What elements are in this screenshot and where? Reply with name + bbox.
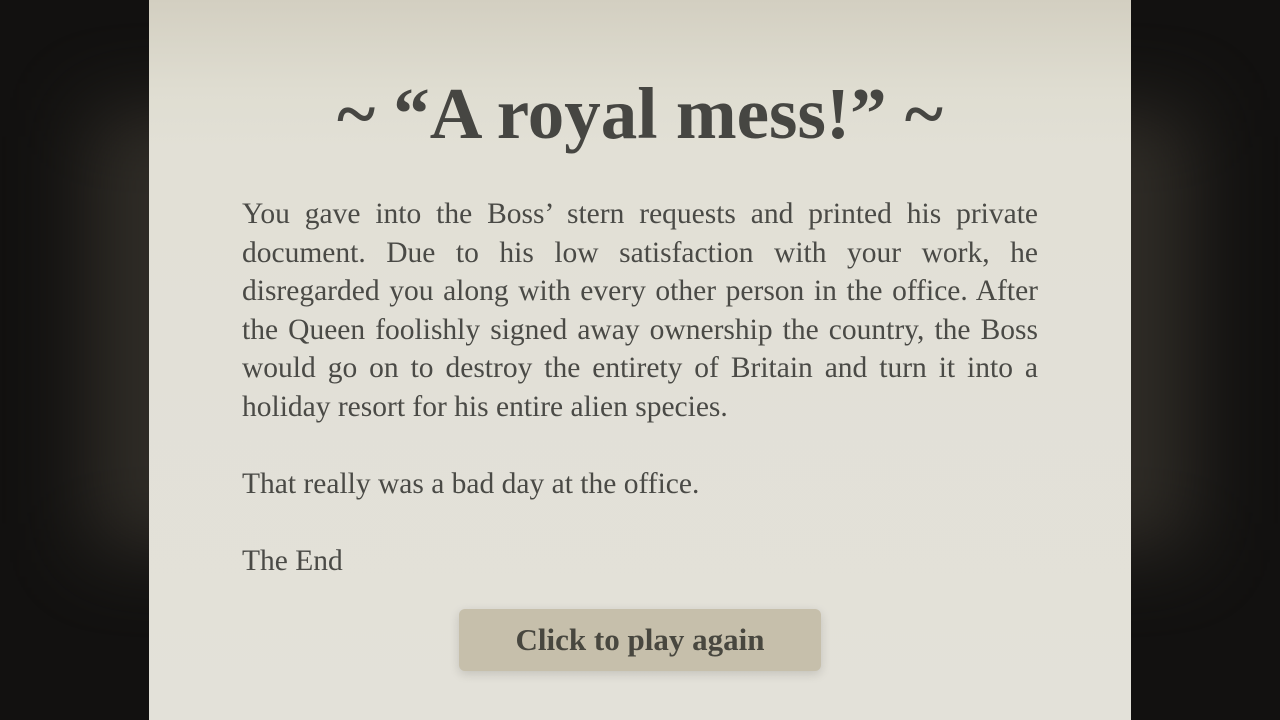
- story-paragraph: That really was a bad day at the office.: [242, 467, 700, 500]
- the-end-text: The End: [242, 544, 343, 577]
- ending-story: You gave into the Boss’ stern requests a…: [242, 195, 1038, 580]
- story-paragraph: You gave into the Boss’ stern requests a…: [242, 198, 1038, 423]
- ending-page: ~ “A royal mess!” ~ You gave into the Bo…: [149, 0, 1131, 720]
- ending-title: ~ “A royal mess!” ~: [337, 73, 943, 154]
- play-again-button[interactable]: Click to play again: [459, 609, 821, 671]
